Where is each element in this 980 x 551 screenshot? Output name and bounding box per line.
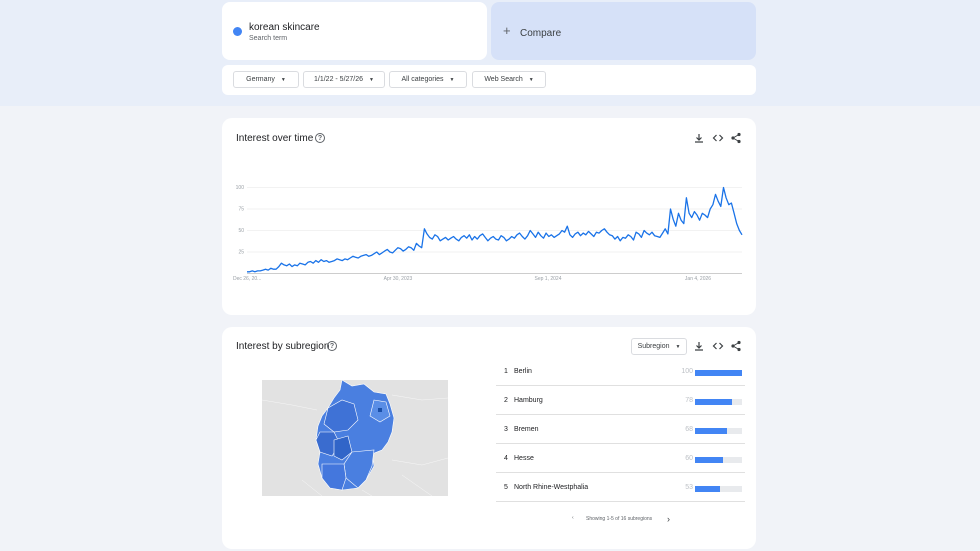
dropdown-caret-icon: ▼ <box>449 76 455 83</box>
rank-number: 1 <box>504 368 508 375</box>
search-term-card[interactable]: korean skincare Search term <box>222 2 487 60</box>
interest-over-time-title: Interest over time <box>236 133 314 144</box>
dropdown-caret-icon: ▼ <box>369 76 374 83</box>
interest-over-time-card: Interest over time ? 100 75 50 25 Dec 26… <box>222 118 756 315</box>
interest-bar-track <box>695 457 742 463</box>
subregion-ranking-list: 1 Berlin 100 2 Hamburg 78 3 Bremen 68 4 … <box>496 357 756 507</box>
subregion-name: North Rhine-Westphalia <box>514 484 589 491</box>
search-term-name[interactable]: korean skincare <box>249 22 320 33</box>
subregion-name: Hesse <box>514 455 534 462</box>
interest-bar-track <box>695 399 742 405</box>
search-term-subtitle: Search term <box>249 35 288 42</box>
compare-button[interactable]: + Compare <box>491 2 756 60</box>
region-filter-label: Germany <box>246 76 275 83</box>
interest-over-time-chart: 100 75 50 25 Dec 26, 20... Apr 30, 2023 … <box>233 185 743 282</box>
search-type-filter[interactable]: Web Search ▼ <box>472 71 546 88</box>
interest-bar-fill <box>695 370 742 376</box>
x-tick-label: Apr 30, 2023 <box>384 276 413 282</box>
table-row[interactable]: 4 Hesse 60 <box>496 444 745 473</box>
region-filter[interactable]: Germany ▼ <box>233 71 299 88</box>
compare-label: Compare <box>520 28 562 39</box>
interest-bar-track <box>695 428 742 434</box>
interest-value: 78 <box>685 397 693 404</box>
germany-subregion-map[interactable] <box>262 380 448 496</box>
rank-number: 5 <box>504 484 508 491</box>
embed-code-icon[interactable] <box>712 340 724 352</box>
search-type-filter-label: Web Search <box>484 76 523 83</box>
plus-icon: + <box>503 23 511 38</box>
rank-number: 3 <box>504 426 508 433</box>
subregion-name: Bremen <box>514 426 539 433</box>
table-row[interactable]: 5 North Rhine-Westphalia 53 <box>496 473 745 502</box>
interest-value: 100 <box>681 368 693 375</box>
help-icon[interactable]: ? <box>315 133 325 143</box>
y-tick-50: 50 <box>238 228 244 234</box>
pager-next-icon[interactable]: › <box>667 514 670 524</box>
table-row[interactable]: 2 Hamburg 78 <box>496 386 745 415</box>
subregion-name: Hamburg <box>514 397 543 404</box>
category-filter[interactable]: All categories ▼ <box>389 71 467 88</box>
pager-text: Showing 1-5 of 16 subregions <box>586 516 653 522</box>
help-icon[interactable]: ? <box>327 341 337 351</box>
interest-bar-track <box>695 486 742 492</box>
interest-value: 53 <box>685 484 693 491</box>
interest-by-subregion-card: Interest by subregion ? Subregion ▼ 1 Be… <box>222 327 756 549</box>
dropdown-caret-icon: ▼ <box>280 76 286 83</box>
date-range-filter-label: 1/1/22 - 5/27/26 <box>314 76 364 83</box>
y-tick-100: 100 <box>236 185 245 191</box>
subregion-dropdown[interactable]: Subregion ▼ <box>631 338 687 355</box>
interest-bar-track <box>695 370 742 376</box>
download-icon[interactable] <box>693 340 705 352</box>
table-row[interactable]: 3 Bremen 68 <box>496 415 745 444</box>
interest-bar-fill <box>695 428 727 434</box>
x-tick-label: Sep 1, 2024 <box>535 276 562 282</box>
term-color-dot <box>233 27 242 36</box>
dropdown-caret-icon: ▼ <box>675 343 681 350</box>
interest-bar-fill <box>695 457 724 463</box>
series-line-korean-skincare[interactable] <box>247 186 743 273</box>
interest-value: 68 <box>685 426 693 433</box>
interest-by-subregion-title: Interest by subregion <box>236 341 330 352</box>
subregion-name: Berlin <box>514 368 532 375</box>
x-tick-label: Jan 4, 2026 <box>685 276 711 282</box>
share-icon[interactable] <box>730 132 742 144</box>
category-filter-label: All categories <box>401 76 444 83</box>
filter-bar: Germany ▼ 1/1/22 - 5/27/26 ▼ All categor… <box>222 65 756 95</box>
rank-number: 2 <box>504 397 508 404</box>
y-tick-25: 25 <box>238 250 244 256</box>
x-tick-label: Dec 26, 20... <box>233 276 261 282</box>
embed-code-icon[interactable] <box>712 132 724 144</box>
dropdown-caret-icon: ▼ <box>528 76 534 83</box>
y-tick-75: 75 <box>238 207 244 213</box>
subregion-dropdown-label: Subregion <box>637 343 670 350</box>
rank-number: 4 <box>504 455 508 462</box>
share-icon[interactable] <box>730 340 742 352</box>
interest-bar-fill <box>695 399 732 405</box>
pager-prev-icon[interactable]: ‹ <box>572 515 574 521</box>
interest-bar-fill <box>695 486 720 492</box>
interest-value: 60 <box>685 455 693 462</box>
date-range-filter[interactable]: 1/1/22 - 5/27/26 ▼ <box>303 71 385 88</box>
download-icon[interactable] <box>693 132 705 144</box>
region-berlin[interactable] <box>378 408 382 412</box>
table-row[interactable]: 1 Berlin 100 <box>496 357 745 386</box>
